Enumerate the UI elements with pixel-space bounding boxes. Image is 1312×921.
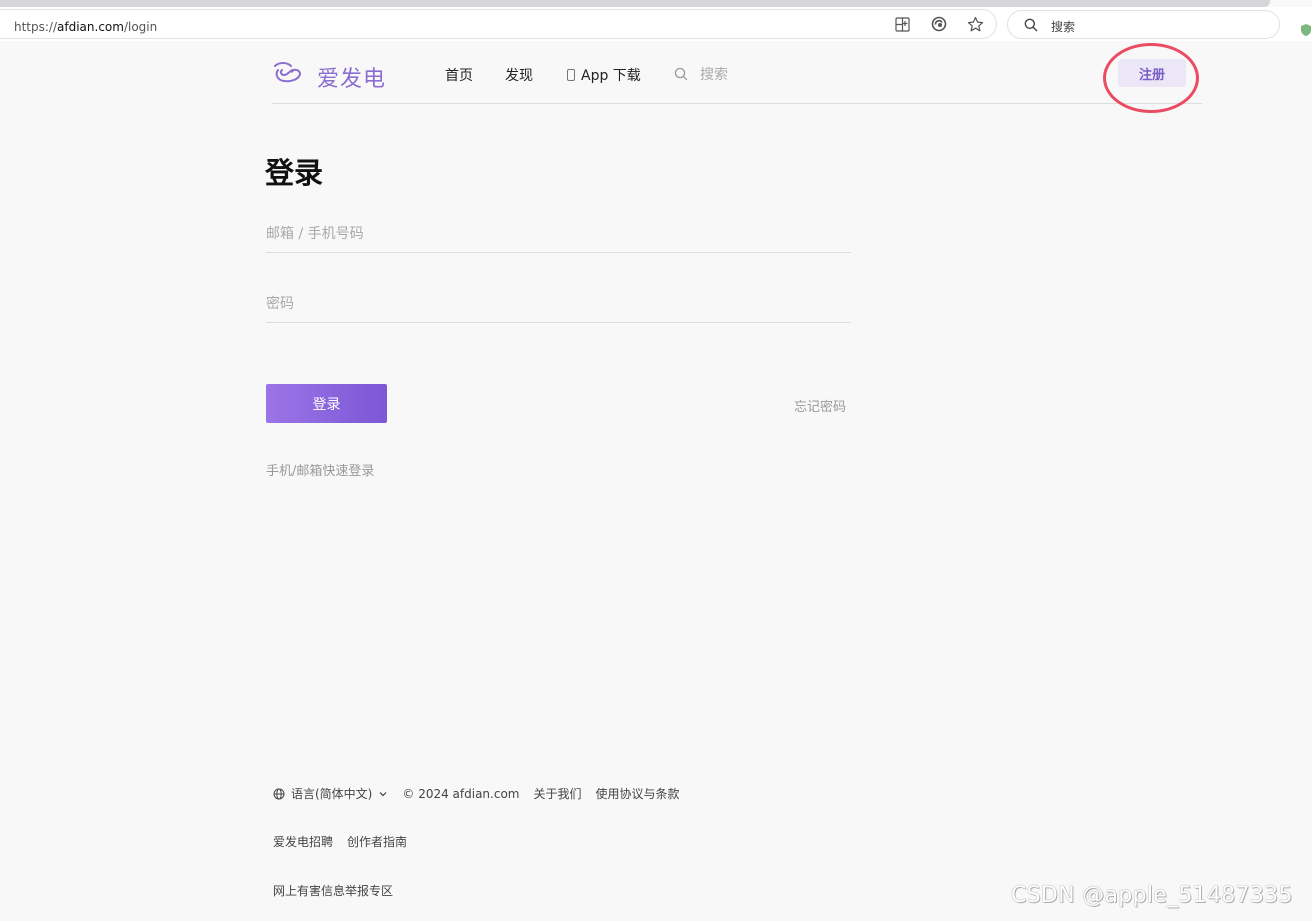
url-scheme: https:// [14, 20, 58, 34]
app-available-icon[interactable] [893, 15, 911, 33]
jobs-link[interactable]: 爱发电招聘 [273, 833, 333, 850]
nav-app-download-label: App 下载 [581, 68, 641, 84]
browser-toolbar: https://afdian.com/login 搜索 [0, 7, 1312, 41]
about-link[interactable]: 关于我们 [533, 785, 581, 802]
favorite-star-icon[interactable] [966, 15, 984, 33]
edge-refresh-icon[interactable] [930, 15, 948, 33]
login-button[interactable]: 登录 [266, 384, 387, 423]
site-search-placeholder: 搜索 [700, 67, 728, 83]
footer-row: 语言(简体中文) © 2024 afdian.com 关于我们 使用协议与条款 [273, 785, 680, 802]
logo-text[interactable]: 爱发电 [317, 61, 386, 93]
email-phone-input[interactable] [266, 215, 851, 252]
forgot-password-link[interactable]: 忘记密码 [794, 396, 846, 415]
url-host: afdian.com [57, 20, 124, 34]
phone-icon [567, 69, 575, 81]
password-field-wrapper [266, 285, 851, 323]
browser-search-placeholder: 搜索 [1051, 20, 1076, 34]
afdian-logo-icon[interactable] [272, 60, 304, 86]
email-field-wrapper [266, 215, 851, 253]
terms-link[interactable]: 使用协议与条款 [596, 785, 680, 802]
page-title: 登录 [265, 156, 324, 190]
search-icon [674, 67, 688, 81]
language-label: 语言(简体中文) [291, 787, 373, 801]
url-path: /login [123, 20, 158, 34]
csdn-watermark: CSDN @apple_51487335 [1011, 883, 1293, 908]
shield-icon[interactable] [1300, 23, 1312, 37]
footer-row: 网上有害信息举报专区 [273, 882, 393, 899]
register-area: 注册 [1103, 43, 1200, 125]
site-search[interactable]: 搜索 [674, 64, 728, 84]
annotation-circle [1103, 43, 1199, 113]
nav-app-download-link[interactable]: App 下载 [567, 65, 641, 85]
globe-icon [273, 788, 285, 799]
nav-discover-link[interactable]: 发现 [505, 65, 533, 85]
creator-guide-link[interactable]: 创作者指南 [347, 833, 407, 850]
site-header: 爱发电 首页 发现 App 下载 搜索 注册 [272, 43, 1202, 113]
browser-search-box[interactable]: 搜索 [1007, 10, 1280, 39]
search-icon [1024, 18, 1038, 32]
quick-login-link[interactable]: 手机/邮箱快速登录 [266, 460, 374, 479]
address-bar[interactable]: https://afdian.com/login [0, 9, 997, 39]
chevron-down-icon [379, 791, 387, 796]
nav-home-link[interactable]: 首页 [445, 65, 473, 85]
window-top-band [0, 0, 1270, 7]
report-link[interactable]: 网上有害信息举报专区 [273, 882, 393, 899]
copyright-text: © 2024 afdian.com [402, 786, 520, 801]
footer-row: 爱发电招聘 创作者指南 [273, 833, 407, 850]
password-input[interactable] [266, 285, 851, 322]
url-text[interactable]: https://afdian.com/login [14, 20, 157, 34]
language-select[interactable]: 语言(简体中文) [273, 785, 388, 802]
